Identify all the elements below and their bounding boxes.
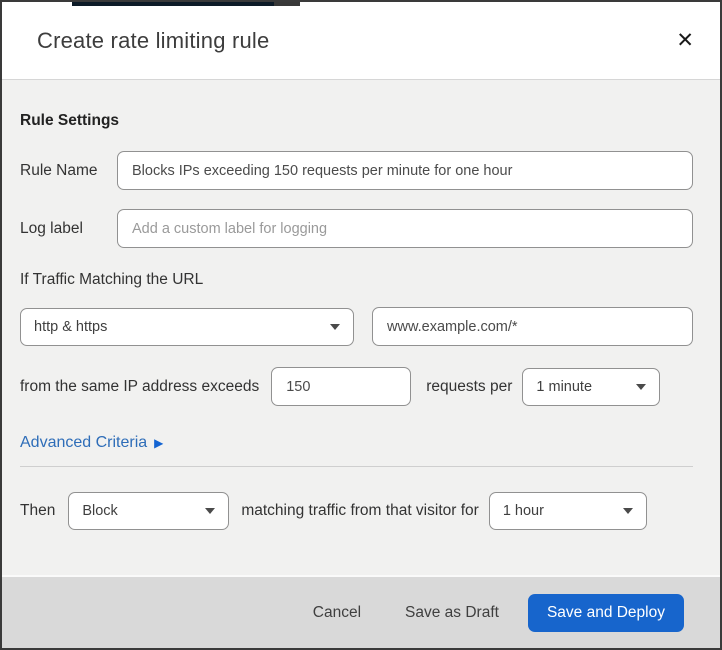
period-select-value: 1 minute (536, 378, 593, 395)
period-select[interactable]: 1 minute (522, 367, 661, 406)
dialog-footer: Cancel Save as Draft Save and Deploy (2, 575, 720, 648)
scheme-select[interactable]: http & https (20, 307, 354, 346)
action-row: Then Block matching traffic from that vi… (20, 492, 693, 530)
duration-select[interactable]: 1 hour (488, 492, 647, 530)
action-select[interactable]: Block (68, 492, 230, 530)
requests-count-input[interactable] (271, 367, 412, 406)
save-and-deploy-button[interactable]: Save and Deploy (527, 593, 684, 632)
scheme-select-value: http & https (34, 318, 108, 335)
section-divider (20, 466, 693, 467)
traffic-match-heading: If Traffic Matching the URL (20, 271, 204, 288)
threshold-row: from the same IP address exceeds request… (20, 367, 693, 406)
log-label-label: Log label (20, 219, 83, 237)
url-match-row: http & https (20, 307, 693, 346)
chevron-down-icon (622, 508, 633, 514)
background-page-accent-bar (72, 2, 274, 6)
expand-arrow-icon: ▶ (154, 436, 164, 450)
advanced-criteria-link[interactable]: Advanced Criteria ▶ (20, 434, 163, 452)
duration-select-value: 1 hour (502, 503, 544, 519)
rule-name-label: Rule Name (20, 161, 98, 179)
url-pattern-input[interactable] (372, 307, 693, 346)
action-middle-text: matching traffic from that visitor for (241, 502, 479, 519)
dialog-header: Create rate limiting rule ✕ (2, 2, 720, 80)
background-page-accent-bar-secondary (274, 2, 300, 6)
dialog-title: Create rate limiting rule (37, 27, 270, 53)
chevron-down-icon (330, 323, 340, 330)
create-rate-limiting-rule-dialog: Create rate limiting rule ✕ Rule Setting… (0, 0, 722, 650)
advanced-criteria-label: Advanced Criteria (20, 434, 148, 451)
rule-settings-heading: Rule Settings (20, 112, 120, 129)
chevron-down-icon (205, 508, 216, 514)
rule-name-row: Rule Name (20, 151, 693, 190)
log-label-row: Log label (20, 209, 693, 248)
cancel-button[interactable]: Cancel (313, 604, 361, 622)
chevron-down-icon (636, 383, 647, 390)
action-prefix-text: Then (20, 502, 56, 519)
dialog-body: Rule Settings Rule Name Log label If Tra… (2, 112, 720, 530)
save-as-draft-button[interactable]: Save as Draft (405, 604, 499, 622)
threshold-prefix-text: from the same IP address exceeds (20, 377, 260, 395)
log-label-input[interactable] (117, 209, 693, 248)
rule-name-input[interactable] (117, 151, 693, 190)
close-icon[interactable]: ✕ (670, 26, 700, 55)
action-select-value: Block (82, 503, 118, 519)
threshold-middle-text: requests per (426, 377, 513, 395)
